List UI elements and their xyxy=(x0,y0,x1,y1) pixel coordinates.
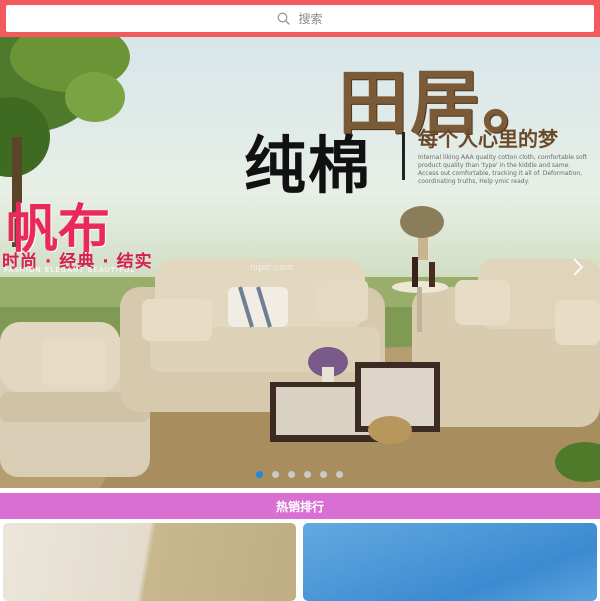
carousel-dot-6[interactable] xyxy=(336,471,343,478)
banner-title-divider xyxy=(402,132,405,180)
section-title: 热销排行 xyxy=(275,499,324,514)
product-card-canvas-beige[interactable] xyxy=(3,523,296,601)
carousel-dot-4[interactable] xyxy=(304,471,311,478)
carousel-dot-5[interactable] xyxy=(320,471,327,478)
chevron-right-icon[interactable] xyxy=(572,257,584,277)
product-card-fabric-blue[interactable] xyxy=(303,523,597,601)
carousel-dot-2[interactable] xyxy=(272,471,279,478)
banner-small-text: Internal liking AAA quality cotton cloth… xyxy=(418,154,587,185)
banner-carousel[interactable]: 田居。 纯棉 每个人心里的梦 Internal liking AAA quali… xyxy=(0,37,600,488)
search-input[interactable]: 搜索 xyxy=(6,5,594,32)
banner-product-title: 纯棉 xyxy=(244,129,373,202)
banner-watermark: nipic.com xyxy=(250,263,294,273)
search-icon xyxy=(278,12,291,25)
carousel-dot-1[interactable] xyxy=(256,471,263,478)
banner-canvas-english: FASHION ELEGANT BEAUTIFUL xyxy=(4,266,136,274)
carousel-dot-3[interactable] xyxy=(288,471,295,478)
product-list xyxy=(0,523,600,601)
banner-slogan: 每个人心里的梦 xyxy=(418,127,558,151)
search-placeholder: 搜索 xyxy=(298,12,323,26)
search-header: 搜索 xyxy=(0,0,600,37)
carousel-indicators xyxy=(256,471,343,478)
section-title-bar: 热销排行 xyxy=(0,493,600,519)
